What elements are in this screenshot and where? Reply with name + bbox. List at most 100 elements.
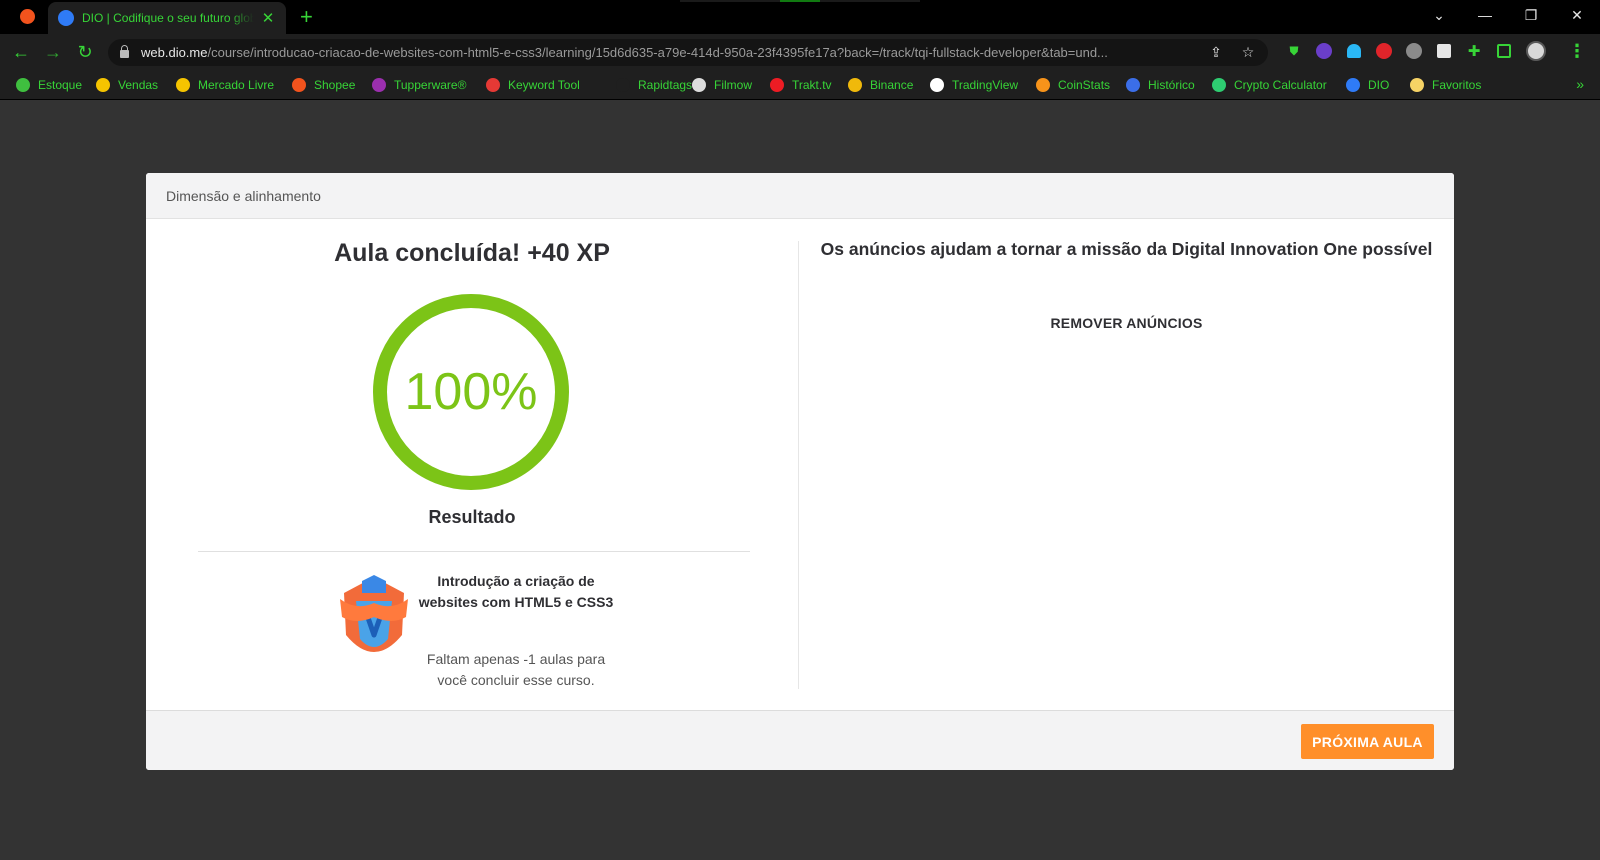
- bookmark-favicon-icon: [1126, 78, 1140, 92]
- reload-icon[interactable]: ↻: [74, 41, 96, 63]
- shield-extension-icon[interactable]: ⛊: [1284, 41, 1304, 61]
- browser-menu-icon[interactable]: ⋮: [1568, 41, 1586, 61]
- course-remaining-text: Faltam apenas -1 aulas para você conclui…: [426, 651, 606, 688]
- url-text[interactable]: web.dio.me/course/introducao-criacao-de-…: [141, 45, 1192, 60]
- back-arrow-icon[interactable]: ←: [10, 41, 32, 63]
- new-tab-icon[interactable]: +: [300, 4, 313, 30]
- share-icon[interactable]: ⇪: [1208, 44, 1224, 61]
- bookmark-item[interactable]: Favoritos: [1410, 76, 1481, 94]
- bookmark-favicon-icon: [848, 78, 862, 92]
- divider: [198, 551, 750, 552]
- bookmark-label: Shopee: [314, 78, 356, 92]
- lock-icon[interactable]: [120, 45, 129, 58]
- bookmark-item[interactable]: DIO: [1346, 76, 1389, 94]
- window-controls: ⌄ — ❐ ✕: [1416, 0, 1600, 30]
- restore-icon[interactable]: ❐: [1508, 0, 1554, 30]
- bookmark-favicon-icon: [1036, 78, 1050, 92]
- bookmark-label: Histórico: [1148, 78, 1195, 92]
- bookmark-favicon-icon: [1346, 78, 1360, 92]
- bookmark-label: Vendas: [118, 78, 159, 92]
- bookmark-item[interactable]: CoinStats: [1036, 76, 1110, 94]
- bookmark-favicon-icon: [16, 78, 30, 92]
- course-name: Introdução a criação de websites com HTM…: [418, 573, 614, 610]
- xp-title: Aula concluída! +40 XP: [334, 239, 610, 267]
- bookmark-item[interactable]: Shopee: [292, 76, 355, 94]
- bookmark-favicon-icon: [930, 78, 944, 92]
- result-pane: Aula concluída! +40 XP 100% Resultado In…: [146, 219, 798, 710]
- bookmark-label: Rapidtags: [638, 78, 693, 92]
- url-path: /course/introducao-criacao-de-websites-c…: [207, 45, 1108, 60]
- bookmark-item[interactable]: Keyword Tool: [486, 76, 580, 94]
- browser-app-icon[interactable]: [20, 9, 35, 24]
- bookmark-favicon-icon: [176, 78, 190, 92]
- modal-header: Dimensão e alinhamento: [146, 173, 1454, 219]
- bookmark-favicon-icon: [692, 78, 706, 92]
- bookmark-item[interactable]: Estoque: [16, 76, 82, 94]
- red-extension-icon[interactable]: [1374, 41, 1394, 61]
- url-host: web.dio.me: [141, 45, 208, 60]
- pacman-extension-icon[interactable]: [1344, 41, 1364, 61]
- browser-tab-bar: DIO | Codifique o seu futuro global agor…: [0, 0, 1600, 34]
- bookmark-label: Favoritos: [1432, 78, 1482, 92]
- tab-drag-area: [680, 0, 920, 2]
- result-label: Resultado: [428, 507, 516, 527]
- browser-toolbar: ← → ↻ web.dio.me/course/introducao-criac…: [0, 34, 1600, 70]
- bookmark-label: Binance: [870, 78, 914, 92]
- bookmark-item[interactable]: Tupperware®: [372, 76, 466, 94]
- bookmark-item[interactable]: Trakt.tv: [770, 76, 832, 94]
- bookmark-favicon-icon: [486, 78, 500, 92]
- remove-ads-link[interactable]: REMOVER ANÚNCIOS: [799, 315, 1454, 331]
- lesson-complete-modal: Dimensão e alinhamento Aula concluída! +…: [146, 173, 1454, 770]
- address-bar[interactable]: web.dio.me/course/introducao-criacao-de-…: [108, 39, 1268, 66]
- clipboard-extension-icon[interactable]: [1434, 41, 1454, 61]
- minimize-icon[interactable]: —: [1462, 0, 1508, 30]
- bookmark-label: Keyword Tool: [508, 78, 580, 92]
- bookmark-favicon-icon: [770, 78, 784, 92]
- more-bookmarks-icon[interactable]: »: [1576, 76, 1584, 92]
- bookmark-favicon-icon: [1212, 78, 1226, 92]
- bookmark-item[interactable]: Histórico: [1126, 76, 1195, 94]
- next-lesson-button[interactable]: PRÓXIMA AULA: [1301, 724, 1434, 759]
- bookmark-favicon-icon: [372, 78, 386, 92]
- browser-tab-active[interactable]: DIO | Codifique o seu futuro global agor…: [48, 2, 286, 34]
- bookmark-item[interactable]: Rapidtags: [616, 76, 692, 94]
- bookmark-label: Tupperware®: [394, 78, 467, 92]
- bookmark-item[interactable]: Filmow: [692, 76, 752, 94]
- bookmark-label: Mercado Livre: [198, 78, 275, 92]
- bookmark-favicon-icon: [1410, 78, 1424, 92]
- modal-footer: PRÓXIMA AULA: [146, 710, 1454, 770]
- bookmark-label: Estoque: [38, 78, 83, 92]
- dio-favicon-icon: [58, 10, 74, 26]
- ads-pane: Os anúncios ajudam a tornar a missão da …: [799, 219, 1454, 710]
- tab-search-icon[interactable]: ⌄: [1416, 0, 1462, 30]
- ads-message: Os anúncios ajudam a tornar a missão da …: [820, 239, 1433, 259]
- bookmark-label: Trakt.tv: [792, 78, 832, 92]
- bookmark-label: DIO: [1368, 78, 1390, 92]
- profile-avatar-icon[interactable]: [1526, 41, 1546, 61]
- bookmark-item[interactable]: Vendas: [96, 76, 158, 94]
- close-window-icon[interactable]: ✕: [1554, 0, 1600, 30]
- bookmark-favicon-icon: [96, 78, 110, 92]
- side-panel-icon[interactable]: [1494, 41, 1514, 61]
- bookmark-item[interactable]: Crypto Calculator: [1212, 76, 1327, 94]
- puzzle-x-extension-icon[interactable]: [1404, 41, 1424, 61]
- forward-arrow-icon[interactable]: →: [42, 41, 64, 63]
- bookmark-favicon-icon: [292, 78, 306, 92]
- bookmarks-bar: » Estoque Vendas Mercado Livre Shopee Tupper…: [0, 70, 1600, 100]
- bookmark-label: Crypto Calculator: [1234, 78, 1327, 92]
- bookmark-label: Filmow: [714, 78, 752, 92]
- star-bookmark-icon[interactable]: ☆: [1240, 44, 1256, 61]
- close-tab-icon[interactable]: ✕: [260, 9, 276, 27]
- bookmark-label: CoinStats: [1058, 78, 1111, 92]
- bookmark-label: TradingView: [952, 78, 1019, 92]
- bookmark-item[interactable]: TradingView: [930, 76, 1018, 94]
- lesson-title: Dimensão e alinhamento: [166, 187, 321, 204]
- bookmark-item[interactable]: Binance: [848, 76, 913, 94]
- modal-body: Aula concluída! +40 XP 100% Resultado In…: [146, 219, 1454, 710]
- tab-title: DIO | Codifique o seu futuro global agor…: [82, 11, 254, 25]
- bookmark-item[interactable]: Mercado Livre: [176, 76, 274, 94]
- bookmark-favicon-icon: [616, 78, 630, 92]
- extensions-puzzle-icon[interactable]: ✚: [1464, 41, 1484, 61]
- download-extension-icon[interactable]: [1314, 41, 1334, 61]
- course-badge-icon: [340, 575, 408, 652]
